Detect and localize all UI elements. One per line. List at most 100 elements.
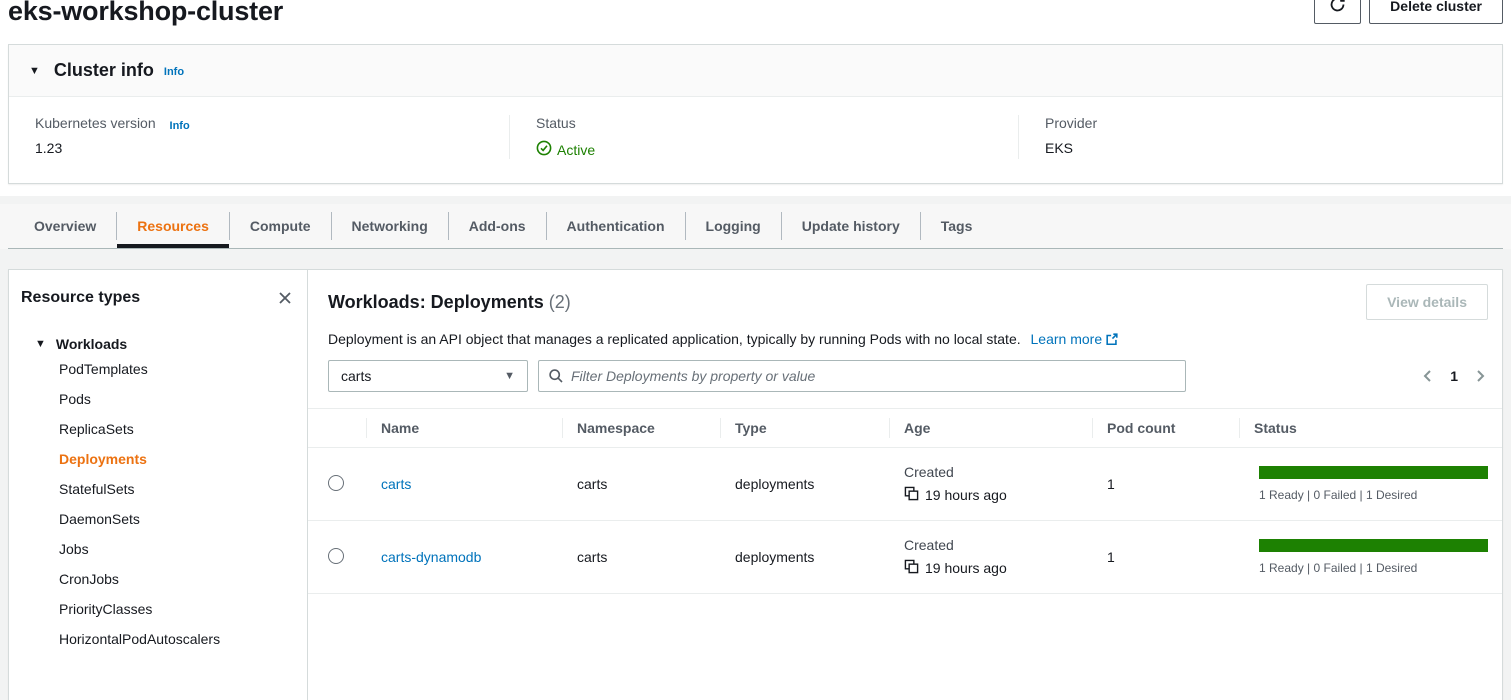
deployment-name-link[interactable]: carts-dynamodb (381, 549, 481, 565)
close-icon[interactable] (275, 288, 295, 308)
cluster-info-header[interactable]: ▼ Cluster info Info (9, 45, 1502, 97)
tab-update-history[interactable]: Update history (782, 204, 920, 248)
sidebar-item-jobs[interactable]: Jobs (21, 534, 295, 564)
chevron-down-icon: ▼ (504, 370, 515, 382)
tab-overview[interactable]: Overview (14, 204, 116, 248)
learn-more-link[interactable]: Learn more (1031, 331, 1120, 347)
cluster-info-body: Kubernetes version Info 1.23 Status Acti… (9, 97, 1502, 183)
status-cell: 1 Ready | 0 Failed | 1 Desired (1239, 521, 1502, 594)
resources-content: Resource types ▼ Workloads PodTemplatesP… (8, 269, 1503, 700)
sidebar-item-cronjobs[interactable]: CronJobs (21, 564, 295, 594)
provider-label: Provider (1045, 115, 1476, 131)
status-active-text: Active (557, 142, 595, 158)
sidebar-item-daemonsets[interactable]: DaemonSets (21, 504, 295, 534)
table-row: cartscartsdeploymentsCreated19 hours ago… (308, 448, 1502, 521)
status-bar (1259, 539, 1488, 552)
sidebar-title: Resource types (21, 289, 140, 307)
refresh-button[interactable] (1314, 0, 1361, 24)
tab-networking[interactable]: Networking (332, 204, 448, 248)
sidebar-item-priorityclasses[interactable]: PriorityClasses (21, 594, 295, 624)
deployments-tbody: cartscartsdeploymentsCreated19 hours ago… (308, 448, 1502, 594)
sidebar-group-label: Workloads (56, 336, 127, 352)
page-header: eks-workshop-cluster Delete cluster (8, 0, 1503, 36)
status-bar (1259, 466, 1488, 479)
provider-value: EKS (1045, 140, 1476, 156)
table-header-row: NameNamespaceTypeAgePod countStatus (308, 409, 1502, 448)
column-header-namespace: Namespace (562, 409, 720, 448)
cluster-info-info-link[interactable]: Info (164, 66, 184, 78)
status-field: Status Active (509, 115, 1018, 159)
tab-tags[interactable]: Tags (921, 204, 993, 248)
provider-field: Provider EKS (1018, 115, 1502, 159)
column-header-pod-count: Pod count (1092, 409, 1239, 448)
column-header-name: Name (366, 409, 562, 448)
resource-types-sidebar: Resource types ▼ Workloads PodTemplatesP… (9, 270, 308, 700)
age-created: Created (904, 537, 1092, 553)
age-cell: Created19 hours ago (889, 521, 1092, 594)
sidebar-item-statefulsets[interactable]: StatefulSets (21, 474, 295, 504)
sidebar-header: Resource types (21, 288, 295, 308)
filter-type-value: carts (341, 368, 371, 384)
sidebar-item-replicasets[interactable]: ReplicaSets (21, 414, 295, 444)
page-actions: Delete cluster (1314, 0, 1503, 24)
kubernetes-version-info-link[interactable]: Info (170, 120, 190, 132)
pod-count-cell: 1 (1092, 521, 1239, 594)
sidebar-item-horizontalpodautoscalers[interactable]: HorizontalPodAutoscalers (21, 624, 295, 654)
status-text: 1 Ready | 0 Failed | 1 Desired (1259, 488, 1488, 502)
refresh-icon (1329, 0, 1346, 16)
column-header-age: Age (889, 409, 1092, 448)
status-cell: 1 Ready | 0 Failed | 1 Desired (1239, 448, 1502, 521)
pagination: 1 (1420, 368, 1488, 384)
row-select-radio[interactable] (328, 548, 344, 564)
type-cell: deployments (720, 521, 889, 594)
filter-type-select[interactable]: carts ▼ (328, 360, 528, 392)
sidebar-item-podtemplates[interactable]: PodTemplates (21, 354, 295, 384)
deployments-table: NameNamespaceTypeAgePod countStatus cart… (308, 408, 1502, 594)
resource-list: PodTemplatesPodsReplicaSetsDeploymentsSt… (21, 354, 295, 654)
chevron-down-icon: ▼ (35, 338, 46, 350)
deployments-title: Workloads: Deployments (2) (328, 284, 571, 313)
filter-search-input[interactable] (538, 360, 1186, 392)
deployments-title-text: Workloads: Deployments (328, 292, 544, 312)
chevron-left-icon[interactable] (1420, 368, 1436, 384)
row-select-radio[interactable] (328, 475, 344, 491)
chevron-down-icon[interactable]: ▼ (29, 65, 40, 77)
copy-icon (904, 559, 919, 577)
deployment-name-link[interactable]: carts (381, 476, 411, 492)
tab-add-ons[interactable]: Add-ons (449, 204, 546, 248)
tabs: OverviewResourcesComputeNetworkingAdd-on… (8, 204, 1503, 249)
kubernetes-version-label: Kubernetes version (35, 115, 156, 131)
type-cell: deployments (720, 448, 889, 521)
deployments-count: (2) (549, 292, 571, 312)
column-header-select (308, 409, 366, 448)
sidebar-group-workloads[interactable]: ▼ Workloads (35, 336, 295, 352)
namespace-cell: carts (562, 448, 720, 521)
tab-resources[interactable]: Resources (117, 204, 229, 248)
delete-cluster-button[interactable]: Delete cluster (1369, 0, 1503, 24)
namespace-cell: carts (562, 521, 720, 594)
deployments-header: Workloads: Deployments (2) View details (328, 284, 1488, 320)
tabs-section: OverviewResourcesComputeNetworkingAdd-on… (0, 204, 1511, 249)
table-row: carts-dynamodb cartsdeploymentsCreated19 … (308, 521, 1502, 594)
learn-more-text: Learn more (1031, 331, 1103, 347)
external-link-icon (1105, 333, 1119, 349)
search-box (538, 360, 1186, 392)
cluster-info-title: Cluster info (54, 60, 154, 81)
sidebar-item-pods[interactable]: Pods (21, 384, 295, 414)
age-created: Created (904, 464, 1092, 480)
sidebar-item-deployments[interactable]: Deployments (21, 444, 295, 474)
kubernetes-version-value: 1.23 (35, 140, 483, 156)
status-text: 1 Ready | 0 Failed | 1 Desired (1259, 561, 1488, 575)
page-number[interactable]: 1 (1450, 368, 1458, 384)
age-cell: Created19 hours ago (889, 448, 1092, 521)
tab-logging[interactable]: Logging (686, 204, 781, 248)
tab-compute[interactable]: Compute (230, 204, 331, 248)
status-label: Status (536, 115, 992, 131)
cluster-info-card: ▼ Cluster info Info Kubernetes version I… (8, 44, 1503, 184)
filter-row: carts ▼ 1 (328, 360, 1488, 392)
view-details-button[interactable]: View details (1366, 284, 1488, 320)
column-header-type: Type (720, 409, 889, 448)
check-circle-icon (536, 140, 557, 159)
chevron-right-icon[interactable] (1472, 368, 1488, 384)
tab-authentication[interactable]: Authentication (547, 204, 685, 248)
